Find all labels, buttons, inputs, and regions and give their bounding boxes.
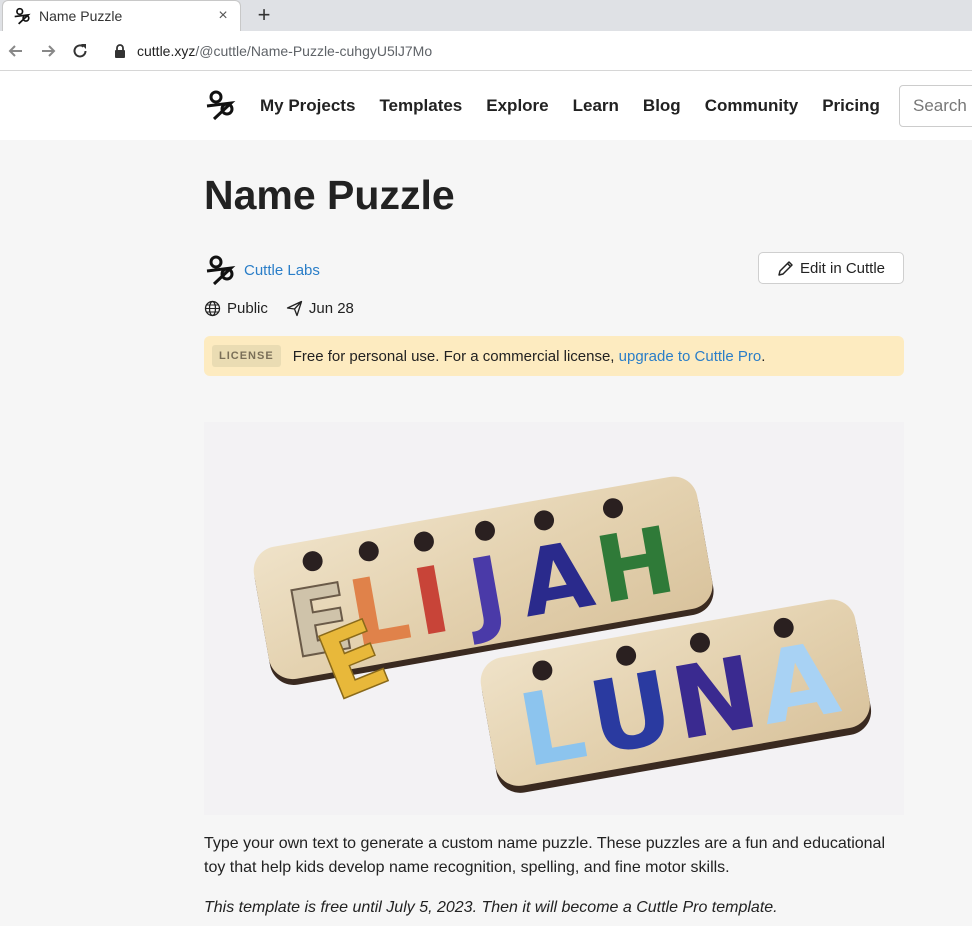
edit-in-cuttle-button[interactable]: Edit in Cuttle xyxy=(758,252,904,284)
forward-arrow-icon xyxy=(42,45,56,57)
new-tab-button[interactable]: + xyxy=(253,3,275,27)
cuttle-logo-icon[interactable] xyxy=(204,89,236,121)
author: Cuttle Labs xyxy=(204,254,320,286)
visibility-label: Public xyxy=(227,300,268,317)
author-avatar-icon[interactable] xyxy=(204,254,236,286)
send-icon xyxy=(286,300,303,317)
license-text: Free for personal use. For a commercial … xyxy=(293,348,766,365)
license-text-main: Free for personal use. For a commercial … xyxy=(292,347,619,365)
visibility: Public xyxy=(204,300,268,317)
license-text-end: . xyxy=(761,347,766,365)
lock-icon xyxy=(115,44,125,58)
tab-title: Name Puzzle xyxy=(39,8,123,24)
back-arrow-icon xyxy=(8,45,22,57)
url-field[interactable]: cuttle.xyz/@cuttle/Name-Puzzle-cuhgyU5lJ… xyxy=(103,36,972,66)
search-box xyxy=(899,85,972,127)
publish-date: Jun 28 xyxy=(286,300,354,317)
page-title: Name Puzzle xyxy=(204,172,455,218)
main-nav: My Projects Templates Explore Learn Blog… xyxy=(260,96,904,116)
reload-button[interactable] xyxy=(68,39,92,63)
tab-close-icon[interactable]: × xyxy=(212,7,234,25)
pencil-icon xyxy=(778,260,793,276)
nav-pricing[interactable]: Pricing xyxy=(822,96,880,116)
license-badge: LICENSE xyxy=(212,345,281,367)
nav-blog[interactable]: Blog xyxy=(643,96,681,116)
site-header: My Projects Templates Explore Learn Blog… xyxy=(0,71,972,140)
license-banner: LICENSE Free for personal use. For a com… xyxy=(204,336,904,376)
project-meta: Public Jun 28 xyxy=(204,300,372,317)
back-button[interactable] xyxy=(4,39,28,63)
name-puzzle-photo: E L I J A H E L U N A xyxy=(204,422,904,815)
browser-tab-bar: Name Puzzle × + xyxy=(0,0,972,31)
project-description: Type your own text to generate a custom … xyxy=(204,835,886,876)
upgrade-link[interactable]: upgrade to Cuttle Pro xyxy=(619,348,762,365)
forward-button[interactable] xyxy=(36,39,60,63)
globe-icon xyxy=(204,300,221,317)
search-input[interactable] xyxy=(913,96,972,116)
url-path: /@cuttle/Name-Puzzle-cuhgyU5lJ7Mo xyxy=(195,43,433,59)
nav-templates[interactable]: Templates xyxy=(379,96,462,116)
reload-icon xyxy=(73,44,87,58)
browser-tab[interactable]: Name Puzzle × xyxy=(2,0,241,31)
author-link[interactable]: Cuttle Labs xyxy=(244,262,320,279)
nav-my-projects[interactable]: My Projects xyxy=(260,96,355,116)
nav-explore[interactable]: Explore xyxy=(486,96,548,116)
date-label: Jun 28 xyxy=(308,300,354,317)
cuttle-favicon-icon xyxy=(14,7,31,25)
template-note: This template is free until July 5, 2023… xyxy=(204,899,778,916)
project-image: E L I J A H E L U N A xyxy=(204,422,904,815)
url-text: cuttle.xyz/@cuttle/Name-Puzzle-cuhgyU5lJ… xyxy=(137,43,432,59)
url-host: cuttle.xyz xyxy=(137,43,196,59)
nav-community[interactable]: Community xyxy=(705,96,799,116)
address-bar: cuttle.xyz/@cuttle/Name-Puzzle-cuhgyU5lJ… xyxy=(0,31,972,71)
edit-button-label: Edit in Cuttle xyxy=(799,259,886,277)
nav-learn[interactable]: Learn xyxy=(573,96,619,116)
